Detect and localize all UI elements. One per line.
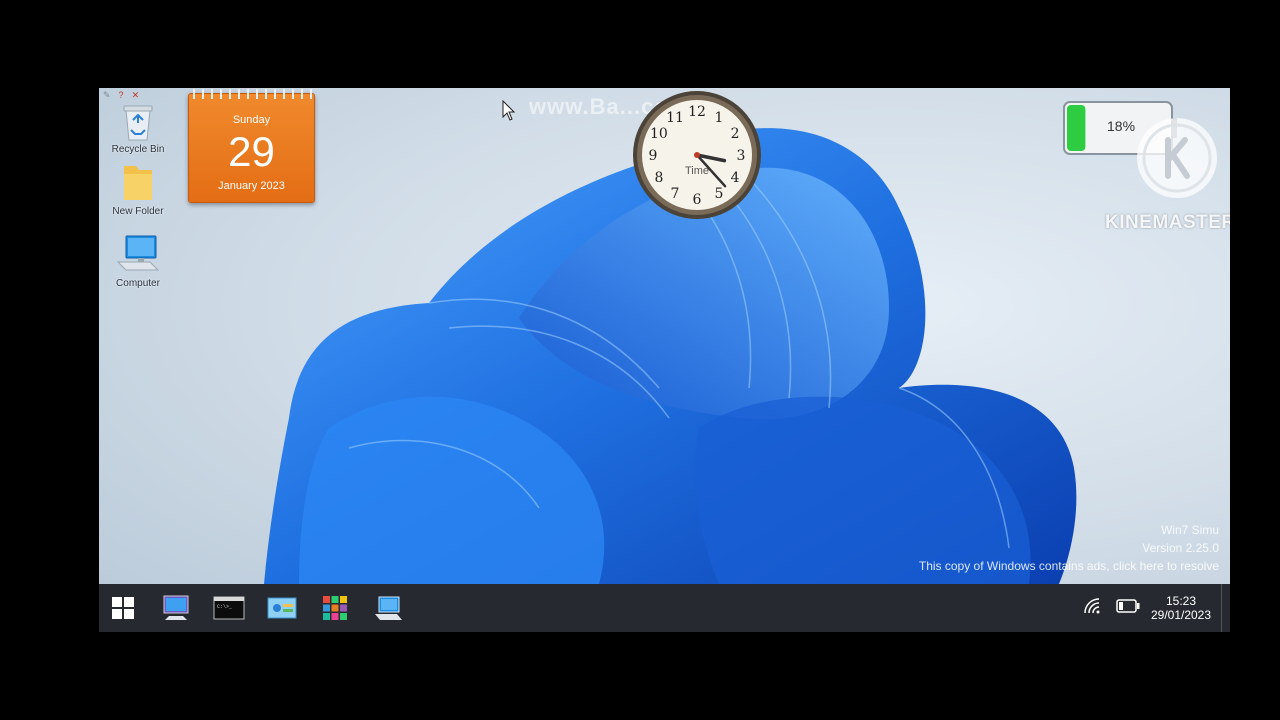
- clock-gadget[interactable]: 12 12 3 45678 9 1011 Time: [630, 88, 764, 222]
- taskbar-computer-button[interactable]: [372, 592, 404, 624]
- taskbar-desktop-button[interactable]: [160, 592, 192, 624]
- clock-numeral: 3: [737, 148, 746, 164]
- tray-date: 29/01/2023: [1150, 608, 1212, 622]
- clock-numeral: 7: [671, 186, 680, 202]
- tray-clock[interactable]: 15:23 29/01/2023: [1145, 594, 1217, 622]
- tray-time: 15:23: [1165, 594, 1197, 608]
- clock-numeral: 2: [731, 126, 740, 142]
- clock-numeral: 8: [654, 170, 663, 186]
- clock-numeral: 11: [666, 110, 684, 126]
- activation-notice[interactable]: Win7 Simu Version 2.25.0 This copy of Wi…: [919, 521, 1219, 575]
- command-prompt-icon: C:\>_: [213, 596, 245, 620]
- calendar-day: 29: [228, 128, 275, 175]
- clock-numeral: 6: [693, 192, 702, 208]
- kinemaster-watermark: KINEMASTER: [1105, 212, 1230, 233]
- desktop-screen: www.Ba...com ✎?✕ Recycle Bin New Folder …: [99, 88, 1230, 632]
- apps-grid-icon: [323, 596, 347, 620]
- kinemaster-logo-icon: [1137, 118, 1217, 198]
- desktop-icon-new-folder[interactable]: New Folder: [105, 160, 171, 217]
- tray-battery-icon[interactable]: [1116, 599, 1140, 613]
- desktop-icon-label: Computer: [116, 278, 160, 289]
- battery-gadget-percent: 18%: [1107, 118, 1136, 134]
- calendar-gadget[interactable]: Sunday 29 January 2023: [188, 89, 315, 203]
- start-button[interactable]: [107, 592, 139, 624]
- taskbar-apps-button[interactable]: [319, 592, 351, 624]
- recycle-bin-icon: [123, 105, 153, 141]
- clock-numeral: 9: [649, 148, 658, 164]
- folder-icon: [124, 166, 152, 200]
- windows-start-icon: [112, 597, 134, 619]
- close-icon[interactable]: ✕: [132, 90, 148, 100]
- edit-icon[interactable]: ✎: [103, 90, 119, 100]
- help-icon[interactable]: ?: [119, 90, 132, 100]
- calendar-weekday: Sunday: [232, 114, 271, 126]
- wifi-icon[interactable]: [1083, 597, 1101, 615]
- clock-numeral: 10: [650, 126, 668, 142]
- clock-numeral: 12: [688, 104, 706, 120]
- clock-numeral: 5: [715, 186, 724, 202]
- taskbar-command-prompt-button[interactable]: C:\>_: [213, 592, 245, 624]
- calendar-month-year: January 2023: [218, 180, 285, 192]
- activation-version: Version 2.25.0: [1142, 541, 1219, 555]
- calendar-rings: [189, 89, 314, 99]
- desktop-icon-label: Recycle Bin: [111, 144, 165, 155]
- clock-numeral: 1: [715, 110, 724, 126]
- laptop-icon: [375, 596, 402, 620]
- desktop-computer-icon: [163, 595, 189, 620]
- activation-app-name: Win7 Simu: [1160, 523, 1219, 537]
- battery-gadget-fill: [1067, 105, 1086, 151]
- taskbar-control-panel-button[interactable]: [266, 592, 298, 624]
- desktop-icon-recycle-bin[interactable]: Recycle Bin: [105, 102, 171, 155]
- gadget-mini-controls[interactable]: ✎?✕: [103, 90, 147, 101]
- show-desktop-button[interactable]: [1221, 584, 1230, 632]
- control-panel-icon: [267, 597, 297, 619]
- desktop-icon-computer[interactable]: Computer: [105, 234, 171, 289]
- desktop-icon-label: New Folder: [112, 206, 164, 217]
- mouse-cursor-icon: [502, 100, 516, 121]
- taskbar: C:\>_ 15:23 29/01/2023: [99, 584, 1230, 632]
- clock-center-pin: [694, 152, 700, 158]
- clock-label: Time: [685, 165, 709, 177]
- activation-ads-link[interactable]: This copy of Windows contains ads, click…: [919, 557, 1219, 575]
- clock-numeral: 4: [731, 170, 740, 186]
- svg-text:C:\>_: C:\>_: [217, 604, 233, 610]
- computer-icon: [116, 235, 160, 271]
